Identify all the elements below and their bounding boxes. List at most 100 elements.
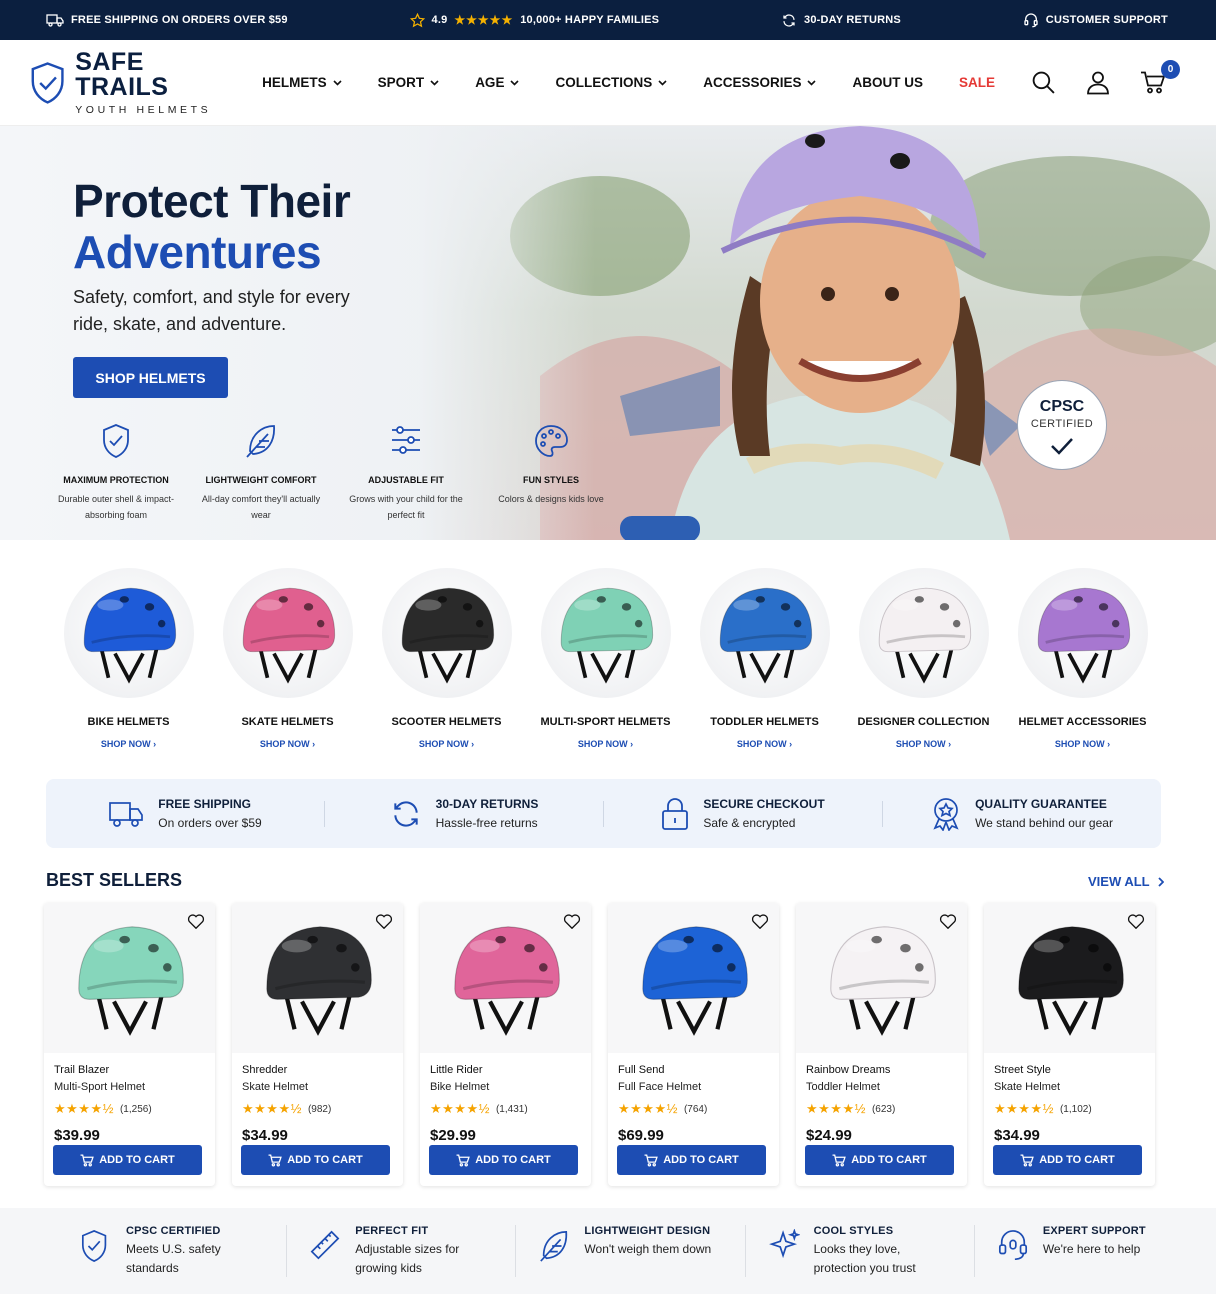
feature-adjustable: ADJUSTABLE FIT Grows with your child for…: [336, 423, 476, 523]
category-name: BIKE HELMETS: [87, 716, 170, 728]
heart-icon[interactable]: [375, 913, 393, 929]
nav-sale[interactable]: SALE: [959, 75, 995, 90]
product-name[interactable]: Trail Blazer: [54, 1064, 215, 1076]
truck-icon: [46, 14, 64, 27]
category-image[interactable]: [63, 568, 194, 698]
nav-about-us[interactable]: ABOUT US: [852, 75, 923, 90]
add-to-cart-button[interactable]: ADD TO CART: [617, 1145, 766, 1175]
add-to-cart-button[interactable]: ADD TO CART: [241, 1145, 390, 1175]
category-card[interactable]: DESIGNER COLLECTION SHOP NOW ›: [844, 568, 1003, 780]
product-name[interactable]: Street Style: [994, 1064, 1155, 1076]
cart-count-badge: 0: [1161, 60, 1180, 79]
category-image[interactable]: [222, 568, 353, 698]
nav-label: COLLECTIONS: [555, 75, 653, 90]
product-name[interactable]: Shredder: [242, 1064, 403, 1076]
shop-now-link[interactable]: SHOP NOW ›: [49, 739, 208, 749]
feature-strip-item: LIGHTWEIGHT DESIGN Won't weigh them down: [528, 1225, 746, 1277]
category-name: SKATE HELMETS: [241, 716, 334, 728]
product-card[interactable]: Street Style Skate Helmet ★★★★½ (1,102) …: [984, 903, 1155, 1186]
product-card[interactable]: Little Rider Bike Helmet ★★★★½ (1,431) $…: [420, 903, 591, 1186]
category-card[interactable]: HELMET ACCESSORIES SHOP NOW ›: [1003, 568, 1162, 780]
product-card[interactable]: Trail Blazer Multi-Sport Helmet ★★★★½ (1…: [44, 903, 215, 1186]
nav-label: AGE: [475, 75, 505, 90]
add-to-cart-button[interactable]: ADD TO CART: [993, 1145, 1142, 1175]
feature-desc: Durable outer shell & impact-absorbing f…: [57, 494, 175, 520]
category-name: SCOOTER HELMETS: [391, 716, 502, 728]
account-icon[interactable]: [1086, 70, 1110, 95]
helmet-image: [829, 926, 936, 1036]
trust-quality-guarantee: QUALITY GUARANTEE We stand behind our gea…: [883, 797, 1161, 831]
category-image[interactable]: [858, 568, 989, 698]
nav-helmets[interactable]: HELMETS: [262, 75, 342, 90]
add-to-cart-button[interactable]: ADD TO CART: [53, 1145, 202, 1175]
shop-now-link[interactable]: SHOP NOW ›: [844, 739, 1003, 749]
shop-now-link[interactable]: SHOP NOW ›: [685, 739, 844, 749]
trust-desc: Hassle-free returns: [435, 816, 538, 830]
category-card[interactable]: BIKE HELMETS SHOP NOW ›: [49, 568, 208, 780]
category-card[interactable]: SCOOTER HELMETS SHOP NOW ›: [367, 568, 526, 780]
add-to-cart-button[interactable]: ADD TO CART: [429, 1145, 578, 1175]
feature-strip: CPSC CERTIFIED Meets U.S. safety standar…: [0, 1208, 1216, 1294]
nav-accessories[interactable]: ACCESSORIES: [703, 75, 817, 90]
shop-now-link[interactable]: SHOP NOW ›: [208, 739, 367, 749]
category-card[interactable]: TODDLER HELMETS SHOP NOW ›: [685, 568, 844, 780]
nav-collections[interactable]: COLLECTIONS: [555, 75, 667, 90]
support-announcement[interactable]: CUSTOMER SUPPORT: [1023, 12, 1168, 28]
product-card[interactable]: Rainbow Dreams Toddler Helmet ★★★★½ (623…: [796, 903, 967, 1186]
product-price: $69.99: [618, 1127, 664, 1144]
nav-age[interactable]: AGE: [475, 75, 520, 90]
product-card[interactable]: Shredder Skate Helmet ★★★★½ (982) $34.99…: [232, 903, 403, 1186]
product-name[interactable]: Rainbow Dreams: [806, 1064, 967, 1076]
heart-icon[interactable]: [563, 913, 581, 929]
category-name: DESIGNER COLLECTION: [857, 716, 990, 728]
category-card[interactable]: MULTI-SPORT HELMETS SHOP NOW ›: [526, 568, 685, 780]
rating-stars: ★★★★½: [618, 1101, 678, 1116]
chevron-down-icon: [510, 79, 520, 86]
category-image[interactable]: [699, 568, 830, 698]
category-image[interactable]: [1017, 568, 1148, 698]
add-to-cart-button[interactable]: ADD TO CART: [805, 1145, 954, 1175]
heart-icon[interactable]: [939, 913, 957, 929]
returns-announcement[interactable]: 30-DAY RETURNS: [781, 13, 901, 28]
category-card[interactable]: SKATE HELMETS SHOP NOW ›: [208, 568, 367, 780]
category-image[interactable]: [540, 568, 671, 698]
trust-returns: 30-DAY RETURNS Hassle-free returns: [325, 797, 604, 830]
headset-icon: [998, 1230, 1027, 1261]
review-count: (623): [871, 1103, 896, 1115]
rating-value: 4.9: [431, 14, 448, 26]
product-name[interactable]: Full Send: [618, 1064, 779, 1076]
shop-now-link[interactable]: SHOP NOW ›: [367, 739, 526, 749]
nav-label: HELMETS: [262, 75, 327, 90]
returns-text: 30-DAY RETURNS: [804, 14, 901, 26]
helmet-image: [641, 926, 748, 1036]
brand-logo[interactable]: SAFE TRAILS YOUTH HELMETS: [30, 49, 232, 116]
shop-now-link[interactable]: SHOP NOW ›: [1003, 739, 1162, 749]
feature-strip-title: COOL STYLES: [813, 1225, 894, 1237]
nav-label: ABOUT US: [852, 75, 923, 90]
add-to-cart-label: ADD TO CART: [663, 1154, 739, 1166]
cart-icon: [644, 1153, 659, 1167]
helmet-image: [265, 926, 372, 1036]
feature-strip-title: LIGHTWEIGHT DESIGN: [584, 1225, 711, 1237]
search-icon[interactable]: [1031, 70, 1056, 95]
rating-announcement: 4.9 ★★★★★ 10,000+ HAPPY FAMILIES: [409, 12, 660, 28]
heart-icon[interactable]: [751, 913, 769, 929]
category-image[interactable]: [381, 568, 512, 698]
trust-secure-checkout: SECURE CHECKOUT Safe & encrypted: [604, 797, 883, 830]
chevron-down-icon: [658, 79, 667, 86]
product-rating: ★★★★½ (623): [806, 1101, 967, 1117]
heart-icon[interactable]: [187, 913, 205, 929]
shop-now-link[interactable]: SHOP NOW ›: [526, 739, 685, 749]
shop-helmets-button[interactable]: SHOP HELMETS: [73, 357, 228, 398]
nav-sport[interactable]: SPORT: [378, 75, 440, 90]
product-name[interactable]: Little Rider: [430, 1064, 591, 1076]
cart-icon: [268, 1153, 283, 1167]
add-to-cart-label: ADD TO CART: [475, 1154, 551, 1166]
trust-title: QUALITY GUARANTEE: [975, 797, 1107, 811]
cart-icon: [80, 1153, 95, 1167]
product-card[interactable]: Full Send Full Face Helmet ★★★★½ (764) $…: [608, 903, 779, 1186]
brand-text: SAFE TRAILS YOUTH HELMETS: [75, 49, 232, 116]
view-all-link[interactable]: VIEW ALL: [1088, 874, 1164, 889]
cart-button[interactable]: 0: [1140, 60, 1180, 95]
heart-icon[interactable]: [1127, 913, 1145, 929]
